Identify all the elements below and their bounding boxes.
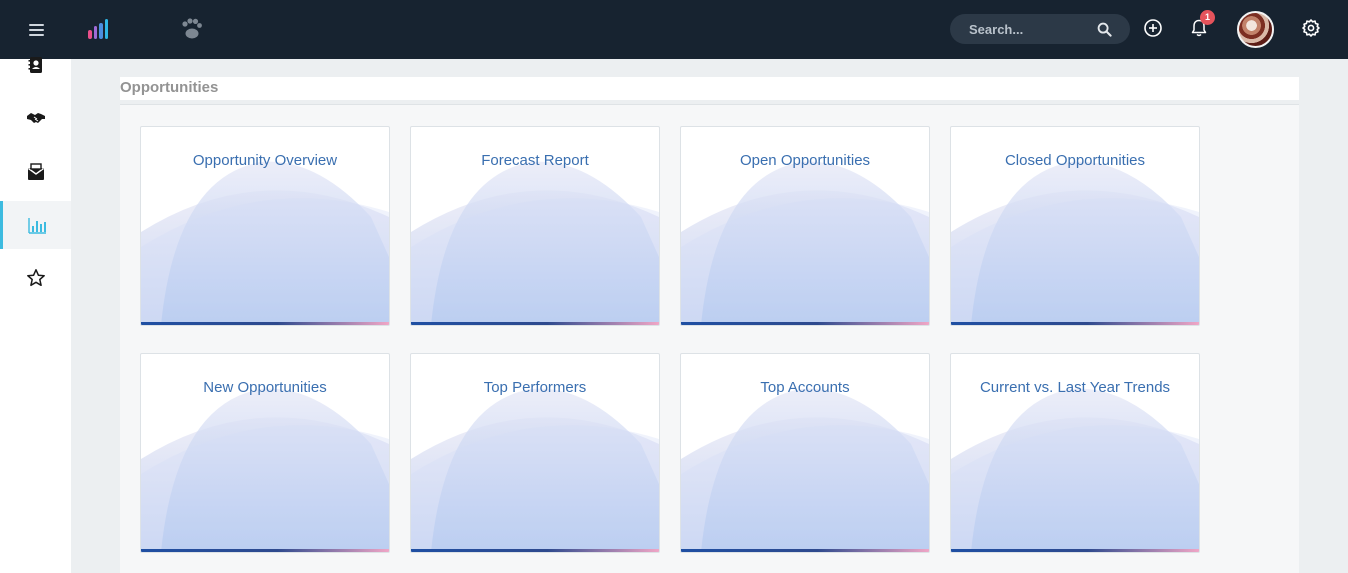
card-title[interactable]: Open Opportunities [681, 152, 929, 169]
card-accent-bar [141, 549, 389, 552]
card-title[interactable]: Top Accounts [681, 379, 929, 396]
search-icon[interactable] [1097, 22, 1112, 37]
card-accent-bar [411, 549, 659, 552]
add-icon[interactable] [1143, 18, 1163, 38]
report-card[interactable]: Top Accounts [680, 353, 930, 553]
report-card[interactable]: Closed Opportunities [950, 126, 1200, 326]
card-accent-bar [951, 549, 1199, 552]
hamburger-menu-icon[interactable] [29, 24, 44, 36]
card-accent-bar [681, 322, 929, 325]
card-title[interactable]: Opportunity Overview [141, 152, 389, 169]
reports-chart-icon [28, 218, 46, 234]
report-card[interactable]: Current vs. Last Year Trends [950, 353, 1200, 553]
search-input[interactable] [969, 14, 1099, 44]
card-title[interactable]: New Opportunities [141, 379, 389, 396]
card-accent-bar [681, 549, 929, 552]
sidebar [0, 57, 71, 573]
sidebar-item-mail[interactable] [0, 148, 71, 196]
report-card[interactable]: Forecast Report [410, 126, 660, 326]
report-card[interactable]: New Opportunities [140, 353, 390, 553]
search-box [950, 14, 1130, 44]
notification-badge: 1 [1200, 10, 1215, 25]
card-title[interactable]: Current vs. Last Year Trends [951, 379, 1199, 396]
handshake-icon [26, 113, 45, 123]
sidebar-item-favorites[interactable] [0, 254, 71, 302]
sidebar-item-reports[interactable] [0, 201, 71, 249]
card-title[interactable]: Forecast Report [411, 152, 659, 169]
card-title[interactable]: Top Performers [411, 379, 659, 396]
report-card[interactable]: Open Opportunities [680, 126, 930, 326]
sidebar-item-contacts[interactable] [0, 41, 71, 89]
contact-book-icon [28, 57, 42, 73]
sidebar-item-deals[interactable] [0, 94, 71, 142]
report-cards-area: Opportunity Overview Forecast Report Open … [120, 105, 1299, 573]
page-title: Opportunities [120, 79, 219, 96]
card-accent-bar [141, 322, 389, 325]
page-header: Opportunities [120, 77, 1299, 100]
avatar[interactable] [1237, 11, 1274, 48]
card-accent-bar [411, 322, 659, 325]
report-card[interactable]: Opportunity Overview [140, 126, 390, 326]
gear-icon[interactable] [1301, 18, 1321, 38]
report-card[interactable]: Top Performers [410, 353, 660, 553]
top-bar: 1 [0, 0, 1348, 59]
card-title[interactable]: Closed Opportunities [951, 152, 1199, 169]
envelope-icon [27, 163, 44, 180]
card-accent-bar [951, 322, 1199, 325]
app-logo[interactable] [88, 19, 110, 39]
paw-icon[interactable] [180, 18, 204, 40]
star-icon [26, 269, 45, 287]
